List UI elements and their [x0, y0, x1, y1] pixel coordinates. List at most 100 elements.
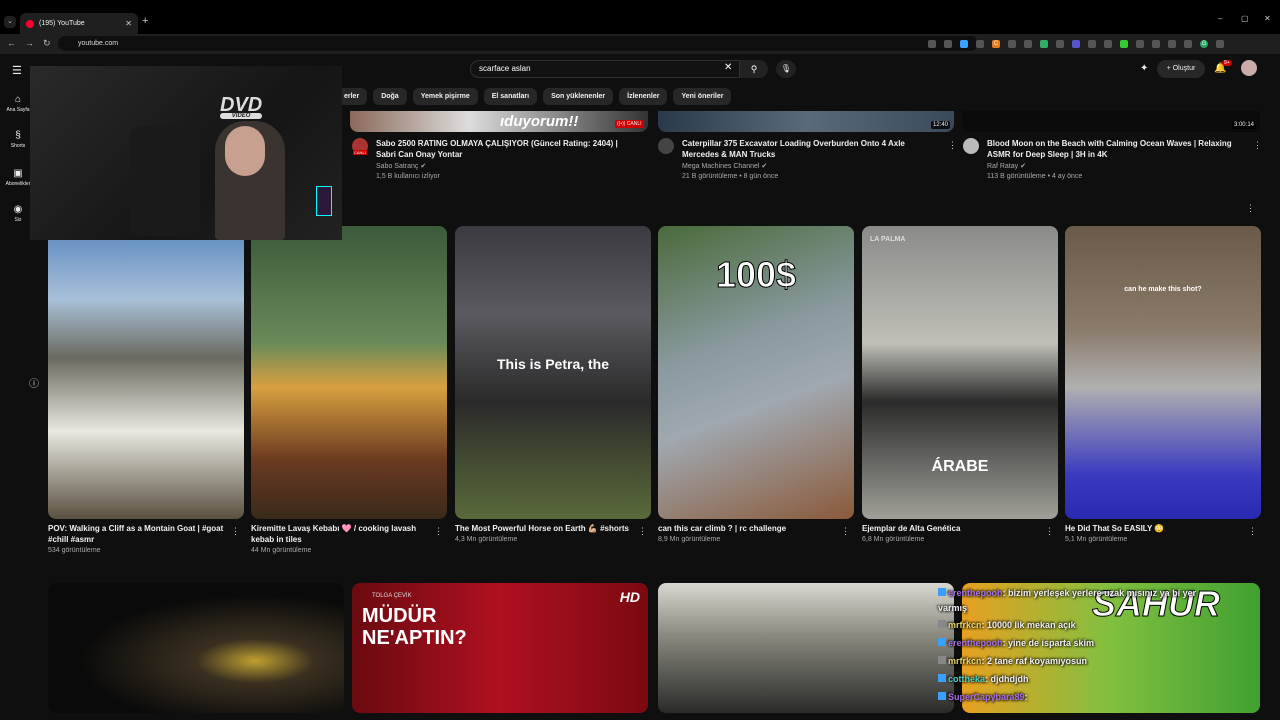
video-thumbnail[interactable]: TOLGA ÇEVİK MÜDÜR NE'APTIN? HD — [352, 583, 648, 713]
menu-icon[interactable] — [1216, 40, 1224, 48]
hamburger-menu-icon[interactable]: ☰ — [12, 64, 22, 77]
more-options-icon[interactable]: ⋮ — [948, 140, 957, 151]
create-button[interactable]: + Oluştur — [1157, 60, 1205, 78]
short-info: Kiremitte Lavaş Kebabı 🩷 / cooking lavas… — [251, 523, 431, 554]
extension-icon[interactable] — [928, 40, 936, 48]
extension-icon[interactable] — [1184, 40, 1192, 48]
more-options-icon[interactable]: ⋮ — [1253, 140, 1262, 151]
thumb-small-text: TOLGA ÇEVİK — [372, 593, 412, 599]
forward-arrow-icon[interactable]: → — [25, 38, 34, 48]
maximize-button[interactable]: ▢ — [1241, 14, 1249, 23]
extension-icon[interactable] — [1072, 40, 1080, 48]
extension-icon[interactable] — [1136, 40, 1144, 48]
video-thumbnail[interactable]: 3:00:14 — [962, 111, 1260, 132]
video-thumbnail[interactable] — [658, 583, 954, 713]
short-title[interactable]: Kiremitte Lavaş Kebabı 🩷 / cooking lavas… — [251, 523, 431, 545]
video-title[interactable]: Blood Moon on the Beach with Calming Oce… — [987, 138, 1242, 160]
video-thumbnail[interactable]: 12:40 — [658, 111, 954, 132]
clear-search-icon[interactable]: ✕ — [724, 62, 732, 73]
short-title[interactable]: The Most Powerful Horse on Earth 💪🏼 #sho… — [455, 523, 635, 534]
short-overlay-text: ÁRABE — [931, 458, 989, 475]
new-tab-button[interactable]: + — [142, 15, 148, 27]
more-options-icon[interactable]: ⋮ — [1248, 526, 1257, 537]
notification-badge: 9+ — [1222, 60, 1232, 66]
short-views: 534 görüntüleme — [48, 547, 101, 554]
search-input[interactable]: scarface aslan — [470, 60, 740, 78]
short-thumbnail[interactable]: 100$ — [658, 226, 854, 519]
extension-icon[interactable] — [1024, 40, 1032, 48]
bookmark-star-icon[interactable] — [960, 40, 968, 48]
extension-icon[interactable] — [1056, 40, 1064, 48]
channel-avatar[interactable] — [963, 138, 979, 154]
chip[interactable]: İzlenenler — [619, 88, 668, 105]
more-options-icon[interactable]: ⋮ — [638, 526, 647, 537]
extension-icon[interactable]: C — [992, 40, 1000, 48]
avatar[interactable] — [1241, 60, 1257, 76]
browser-tab-strip — [0, 0, 1280, 34]
close-window-button[interactable]: ✕ — [1264, 14, 1271, 23]
short-info: The Most Powerful Horse on Earth 💪🏼 #sho… — [455, 523, 635, 543]
streamer-head — [225, 126, 265, 176]
extension-icon[interactable] — [1152, 40, 1160, 48]
video-meta: Raf Ratay ✔ 113 B görüntüleme • 4 ay önce — [987, 163, 1083, 180]
short-thumbnail[interactable]: can he make this shot? — [1065, 226, 1261, 519]
extension-icon[interactable] — [1008, 40, 1016, 48]
extension-icon[interactable] — [1120, 40, 1128, 48]
short-title[interactable]: He Did That So EASILY 😳 — [1065, 523, 1245, 534]
extension-icon[interactable] — [1040, 40, 1048, 48]
short-title[interactable]: can this car climb ? | rc challenge — [658, 523, 838, 534]
more-options-icon[interactable]: ⋮ — [1045, 526, 1054, 537]
stream-chat-overlay: erenthepooh: bizim yerleşek yerlere uzak… — [938, 584, 1260, 710]
more-options-icon[interactable]: ⋮ — [231, 526, 240, 537]
extension-icon[interactable] — [1104, 40, 1112, 48]
short-info: He Did That So EASILY 😳 5,1 Mn görüntüle… — [1065, 523, 1245, 543]
url-field[interactable]: youtube.com — [58, 36, 978, 51]
hd-badge: HD — [619, 589, 640, 605]
more-options-icon[interactable]: ⋮ — [434, 526, 443, 537]
reload-icon[interactable]: ↻ — [43, 38, 51, 49]
channel-avatar[interactable] — [658, 138, 674, 154]
live-badge: ((•)) CANLI — [615, 120, 644, 128]
chip[interactable]: El sanatları — [483, 88, 538, 105]
chip[interactable]: Yeni öneriler — [673, 88, 732, 105]
video-meta: Mega Machines Channel ✔ 21 B görüntüleme … — [682, 163, 779, 180]
minimize-button[interactable]: – — [1218, 14, 1222, 23]
browser-tab-youtube[interactable]: (195) YouTube ✕ — [20, 13, 138, 34]
short-thumbnail[interactable] — [48, 226, 244, 519]
search-button[interactable]: ⚲ — [740, 60, 768, 78]
short-views: 44 Mn görüntüleme — [251, 547, 312, 554]
short-title[interactable]: POV: Walking a Cliff as a Montain Goat |… — [48, 523, 228, 545]
chip[interactable]: Son yüklenenler — [543, 88, 614, 105]
more-options-icon[interactable]: ⋮ — [841, 526, 850, 537]
live-badge: CANLI — [353, 150, 367, 155]
short-info: can this car climb ? | rc challenge 8,9 … — [658, 523, 838, 543]
short-thumbnail[interactable]: LA PALMA ÁRABE — [862, 226, 1058, 519]
close-tab-icon[interactable]: ✕ — [125, 19, 132, 28]
profile-icon[interactable]: G — [1200, 40, 1208, 48]
video-thumbnail[interactable]: ıduyorum!! ((•)) CANLI — [350, 111, 648, 132]
short-title[interactable]: Ejemplar de Alta Genética — [862, 523, 1042, 534]
video-title[interactable]: Sabo 2500 RATING OLMAYA ÇALIŞIYOR (Günce… — [376, 138, 631, 160]
video-thumbnail[interactable] — [48, 583, 344, 713]
extension-puzzle-icon[interactable]: ✦ — [1140, 63, 1148, 74]
chat-message: SuperCapybara89: — [938, 692, 1028, 702]
more-options-icon[interactable]: ⋮ — [1246, 203, 1255, 214]
short-thumbnail[interactable]: This is Petra, the — [455, 226, 651, 519]
tab-search-button[interactable]: ⌄ — [4, 16, 16, 28]
short-info: POV: Walking a Cliff as a Montain Goat |… — [48, 523, 228, 554]
chip[interactable]: Yemek pişirme — [412, 88, 478, 105]
extension-icon[interactable] — [976, 40, 984, 48]
info-icon[interactable]: ⓘ — [29, 375, 39, 390]
extension-icon[interactable] — [1088, 40, 1096, 48]
chip[interactable]: Doğa — [373, 88, 407, 105]
extension-icon[interactable] — [944, 40, 952, 48]
short-overlay-text: This is Petra, the — [496, 356, 610, 372]
microphone-icon[interactable]: 🎙 — [776, 60, 796, 78]
short-info: Ejemplar de Alta Genética 6,8 Mn görüntü… — [862, 523, 1042, 543]
short-thumbnail[interactable] — [251, 226, 447, 519]
short-views: 8,9 Mn görüntüleme — [658, 536, 721, 543]
back-arrow-icon[interactable]: ← — [7, 38, 16, 48]
video-title[interactable]: Caterpillar 375 Excavator Loading Overbu… — [682, 138, 937, 160]
extension-icon[interactable] — [1168, 40, 1176, 48]
short-views: 6,8 Mn görüntüleme — [862, 536, 925, 543]
